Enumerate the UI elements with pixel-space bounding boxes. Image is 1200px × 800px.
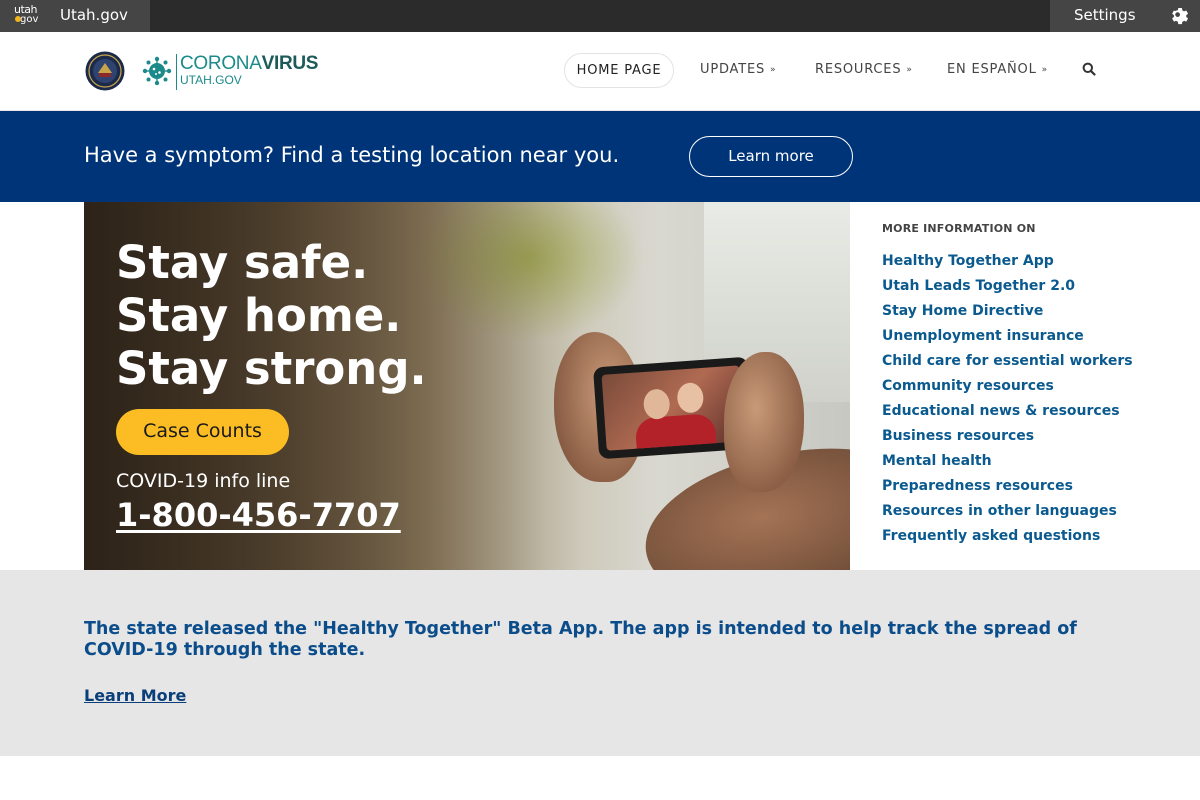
testing-banner: Have a symptom? Find a testing location … (0, 111, 1200, 202)
hero-line-1: Stay safe. (116, 236, 369, 289)
nav-home-label: HOME PAGE (576, 63, 662, 78)
coronavirus-logo[interactable]: CORONAVIRUS UTAH.GOV (176, 53, 319, 90)
settings-label: Settings (1074, 6, 1136, 24)
logo-title: CORONAVIRUS (180, 53, 319, 74)
screen-face (642, 388, 671, 421)
utah-gov-brand[interactable]: utah gov Utah.gov (0, 0, 150, 32)
logo-word-bold: VIRUS (261, 53, 319, 74)
logo-subline: UTAH.GOV (180, 73, 242, 87)
sidebar-link-utah-leads-together[interactable]: Utah Leads Together 2.0 (882, 274, 1182, 299)
sidebar-heading: MORE INFORMATION ON (882, 222, 1036, 235)
banner-text: Have a symptom? Find a testing location … (84, 143, 620, 167)
chevron-down-icon: » (906, 65, 912, 75)
sidebar-links: Healthy Together App Utah Leads Together… (882, 249, 1182, 549)
app-notice-section: The state released the "Healthy Together… (0, 570, 1200, 756)
coronavirus-icon (142, 56, 172, 86)
nav-updates-label: UPDATES (700, 62, 766, 77)
hero-section: Stay safe. Stay home. Stay strong. Case … (84, 202, 850, 570)
utah-gov-bar: utah gov Utah.gov Settings (0, 0, 1200, 32)
hero-photo-hand (724, 352, 804, 492)
site-header: CORONAVIRUS UTAH.GOV HOME PAGE UPDATES» … (0, 32, 1200, 111)
logo-word-light: CORONA (180, 53, 262, 74)
sidebar-link-educational-news[interactable]: Educational news & resources (882, 399, 1182, 424)
gear-icon (1172, 8, 1189, 25)
info-line-phone-link[interactable]: 1-800-456-7707 (116, 496, 401, 534)
more-information-sidebar: MORE INFORMATION ON Healthy Together App… (882, 222, 1182, 549)
hero-headline: Stay safe. Stay home. Stay strong. (116, 236, 427, 395)
case-counts-button[interactable]: Case Counts (116, 409, 289, 455)
sidebar-link-child-care[interactable]: Child care for essential workers (882, 349, 1182, 374)
nav-espanol-label: EN ESPAÑOL (947, 62, 1037, 77)
hero-line-3: Stay strong. (116, 342, 427, 395)
notice-text: The state released the "Healthy Together… (84, 619, 1077, 660)
logo-dot (15, 16, 21, 22)
chevron-down-icon: » (770, 65, 776, 75)
settings-button[interactable]: Settings (1050, 0, 1200, 32)
utah-seal-icon[interactable] (85, 51, 125, 91)
hero-line-2: Stay home. (116, 289, 402, 342)
sidebar-link-preparedness-resources[interactable]: Preparedness resources (882, 474, 1182, 499)
utah-gov-link[interactable]: Utah.gov (60, 6, 128, 24)
sidebar-link-stay-home-directive[interactable]: Stay Home Directive (882, 299, 1182, 324)
utah-gov-logo[interactable]: utah gov (14, 4, 44, 27)
nav-resources[interactable]: RESOURCES » (815, 53, 912, 88)
sidebar-link-mental-health[interactable]: Mental health (882, 449, 1182, 474)
nav-en-espanol[interactable]: EN ESPAÑOL » (947, 53, 1047, 88)
sidebar-link-community-resources[interactable]: Community resources (882, 374, 1182, 399)
learn-more-button[interactable]: Learn more (689, 136, 853, 177)
nav-home-page[interactable]: HOME PAGE (564, 53, 674, 88)
sidebar-link-faq[interactable]: Frequently asked questions (882, 524, 1182, 549)
notice-learn-more-link[interactable]: Learn More (84, 686, 186, 705)
sidebar-link-unemployment-insurance[interactable]: Unemployment insurance (882, 324, 1182, 349)
search-icon[interactable] (1082, 62, 1096, 76)
screen-figure (634, 413, 717, 449)
sidebar-link-business-resources[interactable]: Business resources (882, 424, 1182, 449)
nav-resources-label: RESOURCES (815, 62, 902, 77)
sidebar-link-healthy-together-app[interactable]: Healthy Together App (882, 249, 1182, 274)
sidebar-link-other-languages[interactable]: Resources in other languages (882, 499, 1182, 524)
nav-updates[interactable]: UPDATES » (700, 53, 776, 88)
screen-face (676, 381, 705, 414)
chevron-down-icon: » (1041, 65, 1048, 75)
info-line-label: COVID-19 info line (116, 470, 291, 492)
